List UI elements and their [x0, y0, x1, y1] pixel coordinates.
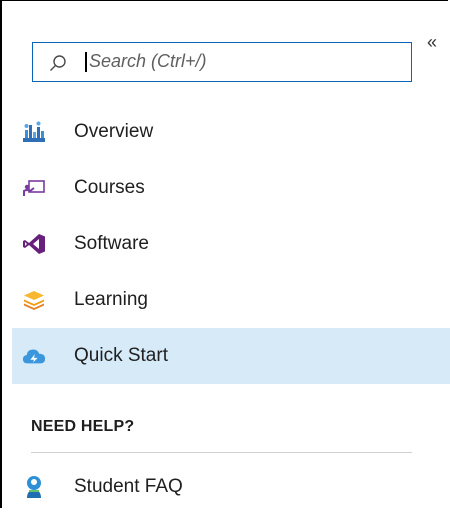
sidebar-item-student-faq[interactable]: Student FAQ: [12, 459, 450, 515]
search-box[interactable]: [32, 42, 412, 82]
section-header-need-help: NEED HELP?: [31, 418, 135, 435]
overview-icon: [22, 120, 46, 144]
student-icon: [22, 475, 46, 499]
search-icon: [50, 55, 66, 71]
sidebar-item-label: Student FAQ: [74, 476, 183, 497]
learning-stack-icon: [22, 288, 46, 312]
sidebar-item-label: Overview: [74, 121, 154, 142]
sidebar-item-label: Software: [74, 233, 149, 254]
sidebar-item-courses[interactable]: Courses: [12, 160, 450, 216]
sidebar-item-software[interactable]: Software: [12, 216, 450, 272]
courses-icon: [22, 176, 46, 200]
sidebar-item-overview[interactable]: Overview: [12, 104, 450, 160]
sidebar-item-label: Learning: [74, 289, 148, 310]
sidebar-item-label: Courses: [74, 177, 145, 198]
sidebar-item-quick-start[interactable]: Quick Start: [12, 328, 450, 384]
sidebar-item-learning[interactable]: Learning: [12, 272, 450, 328]
cloud-icon: [22, 344, 46, 368]
sidebar-panel: « Overview: [0, 0, 450, 508]
visual-studio-icon: [22, 232, 46, 256]
search-input[interactable]: [85, 43, 409, 80]
section-divider: [31, 452, 412, 453]
sidebar-item-label: Quick Start: [74, 345, 168, 366]
collapse-sidebar-button[interactable]: «: [422, 31, 442, 53]
